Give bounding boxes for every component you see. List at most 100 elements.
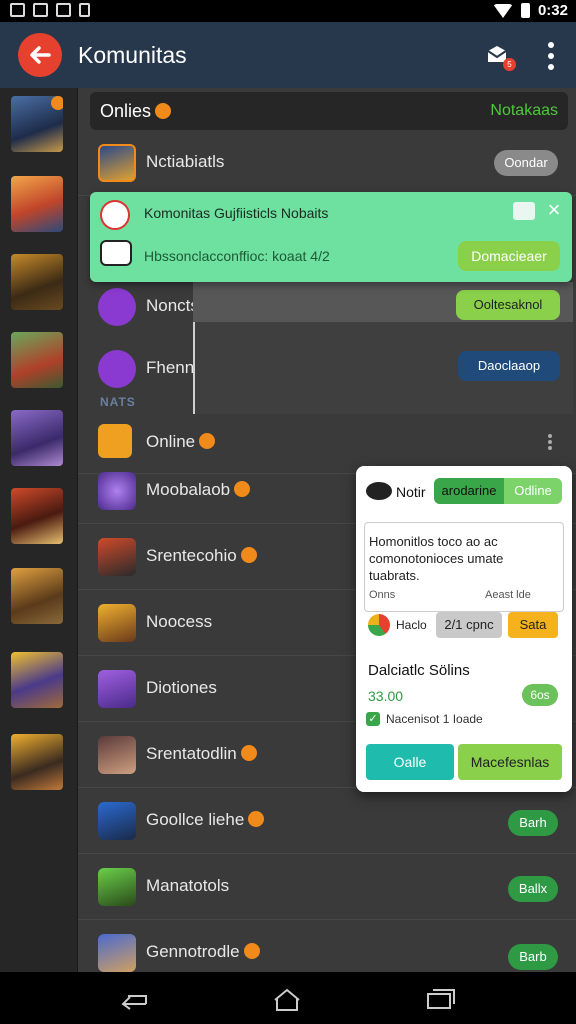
more-menu-icon[interactable] [545,42,557,70]
toast-sender-icon [100,240,132,266]
card-heading: Dalciatlc Sölins [368,662,470,679]
community-avatar [98,604,136,642]
rail-avatar-9[interactable] [11,734,63,790]
section-header: NATS [100,395,136,409]
toast-app-icon [100,200,130,230]
notification-badge: 5 [503,58,516,71]
notification-toast[interactable]: Komonitas Gujfiisticls Nobaits × Hbssonc… [90,192,572,282]
wifi-icon [492,3,513,18]
online-filter-bar[interactable]: Onlies Notakaas [90,92,568,130]
community-avatar [98,934,136,972]
list-item[interactable]: Manatotols Ballx [78,854,576,920]
rate-label: Haclo [396,618,427,632]
list-item[interactable]: Nctiabiatls Oondar [78,130,576,196]
community-avatar [98,350,136,388]
list-item-name: Moobalaob [146,480,251,500]
rail-avatar-4[interactable] [11,332,63,388]
community-detail-card: Notir arodarine Odline Homonitlos toco a… [356,466,572,792]
clock: 0:32 [537,2,568,19]
list-item-button[interactable]: Oondar [494,150,558,176]
community-avatar [98,736,136,774]
recents-nav-icon[interactable] [426,988,456,1010]
sheet-primary-button[interactable]: Daoclaaop [458,351,560,381]
community-avatar [98,868,136,906]
community-avatar [98,472,136,510]
rail-avatar-3[interactable] [11,254,63,310]
toast-title: Komonitas Gujfiisticls Nobaits [144,205,329,221]
check-icon[interactable]: ✓ [366,712,380,726]
navigation-bar [0,972,576,1024]
list-item-name: Goollce liehe [146,810,265,830]
close-icon[interactable]: × [542,198,566,222]
price-value: 33.00 [368,688,404,704]
community-avatar [98,538,136,576]
list-item-name: Diotiones [146,678,217,697]
community-avatar [98,288,136,326]
online-label: Onlies [100,101,172,122]
message-meta-right: Aeast lde [485,589,531,601]
back-button[interactable] [18,33,62,77]
card-note: Nacenisot 1 Ioade [386,712,483,726]
rail-avatar-2[interactable] [11,176,63,232]
gallery-icon [10,3,25,17]
online-status-icon [240,547,257,563]
sheet-secondary-button[interactable]: Ooltesaknol [456,290,560,320]
list-item-name: Gennotrodle [146,942,260,962]
list-item-button[interactable]: Barh [508,810,558,836]
more-icon[interactable] [548,434,552,450]
notifications-link[interactable]: Notakaas [490,102,558,120]
list-item-name: Online [146,432,216,452]
community-logo-icon [366,482,392,500]
app-bar: Komunitas 5 [0,22,576,88]
list-item-name: Noncts [146,296,199,315]
community-avatar [98,424,132,458]
rate-value[interactable]: 2/1 cpnc [436,612,502,638]
list-item-name: Srentecohio [146,546,257,566]
battery-icon [520,3,530,18]
list-item-button[interactable]: Barb [508,944,558,970]
rail-avatar-8[interactable] [11,652,63,708]
image-icon [56,3,71,17]
card-left-button[interactable]: Oalle [366,744,454,780]
toast-subtitle: Hbssonclacconffioc: koaat 4/2 [144,248,330,264]
arrow-left-icon [30,46,51,64]
online-status-icon [155,103,172,119]
card-right-button[interactable]: Macefesnlas [458,744,562,780]
online-status-icon [199,433,216,449]
online-status-icon [240,745,257,761]
list-item-name: Srentatodlin [146,744,257,764]
rail-avatar-6[interactable] [11,488,63,544]
community-avatar [98,144,136,182]
list-item-name: Nctiabiatls [146,152,225,171]
message-meta-left: Onns [369,589,396,601]
online-status-icon [234,481,251,497]
message-box: Homonitlos toco ao ac comonotonioces uma… [364,522,564,612]
card-title: Notir [396,484,426,500]
community-avatar [98,802,136,840]
page-title: Komunitas [78,42,187,68]
tab-active[interactable]: arodarine [434,478,504,504]
image-icon[interactable] [513,202,535,220]
notification-icon [79,3,90,17]
pie-chart-icon [368,614,390,636]
community-rail [0,88,78,972]
rail-avatar-7[interactable] [11,568,63,624]
toast-action-button[interactable]: Domacieaer [458,241,560,271]
home-nav-icon[interactable] [272,988,302,1012]
community-avatar [98,670,136,708]
rate-tag[interactable]: Sata [508,612,558,638]
online-status-icon [248,811,265,827]
back-nav-icon[interactable] [118,988,150,1010]
rail-avatar-5[interactable] [11,410,63,466]
list-item-name: Noocess [146,612,213,631]
online-status-icon [243,943,260,959]
list-item-button[interactable]: Ballx [508,876,558,902]
rail-avatar-1[interactable] [11,96,63,152]
status-toggle[interactable]: arodarine Odline [434,478,562,504]
list-item-name: Manatotols [146,876,230,895]
price-badge: 6os [522,684,558,706]
tools-icon [33,3,48,17]
message-text: Homonitlos toco ao ac comonotonioces uma… [369,534,504,583]
tab-online[interactable]: Odline [504,478,562,504]
list-item[interactable]: Goollce liehe Barh [78,788,576,854]
